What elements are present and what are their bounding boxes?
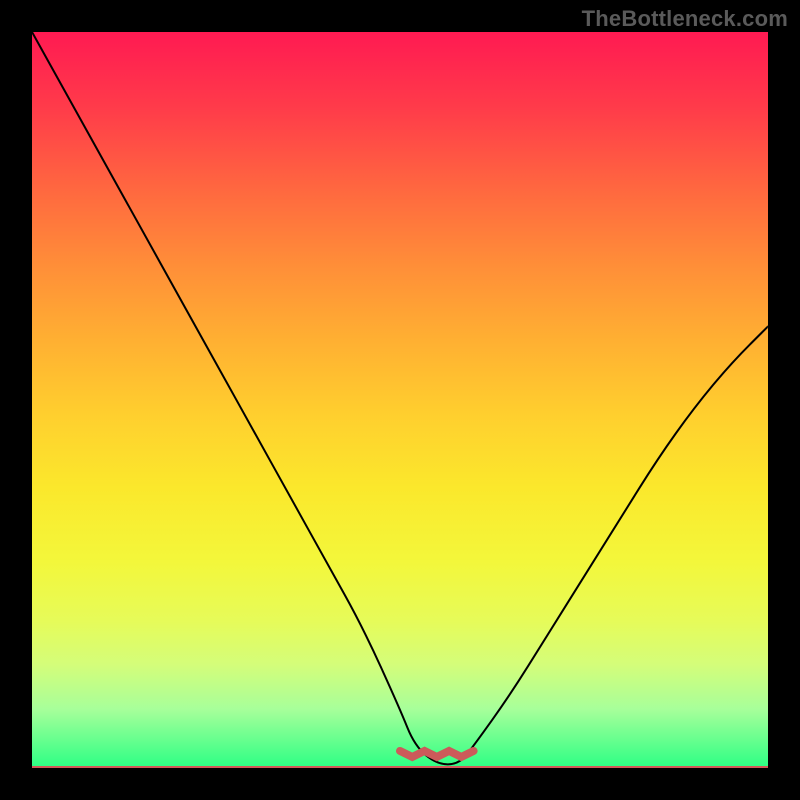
chart-root: TheBottleneck.com [0, 0, 800, 800]
plot-area [32, 32, 768, 768]
bottleneck-curve [32, 32, 768, 768]
watermark-text: TheBottleneck.com [582, 6, 788, 32]
baseline-band [32, 766, 768, 768]
